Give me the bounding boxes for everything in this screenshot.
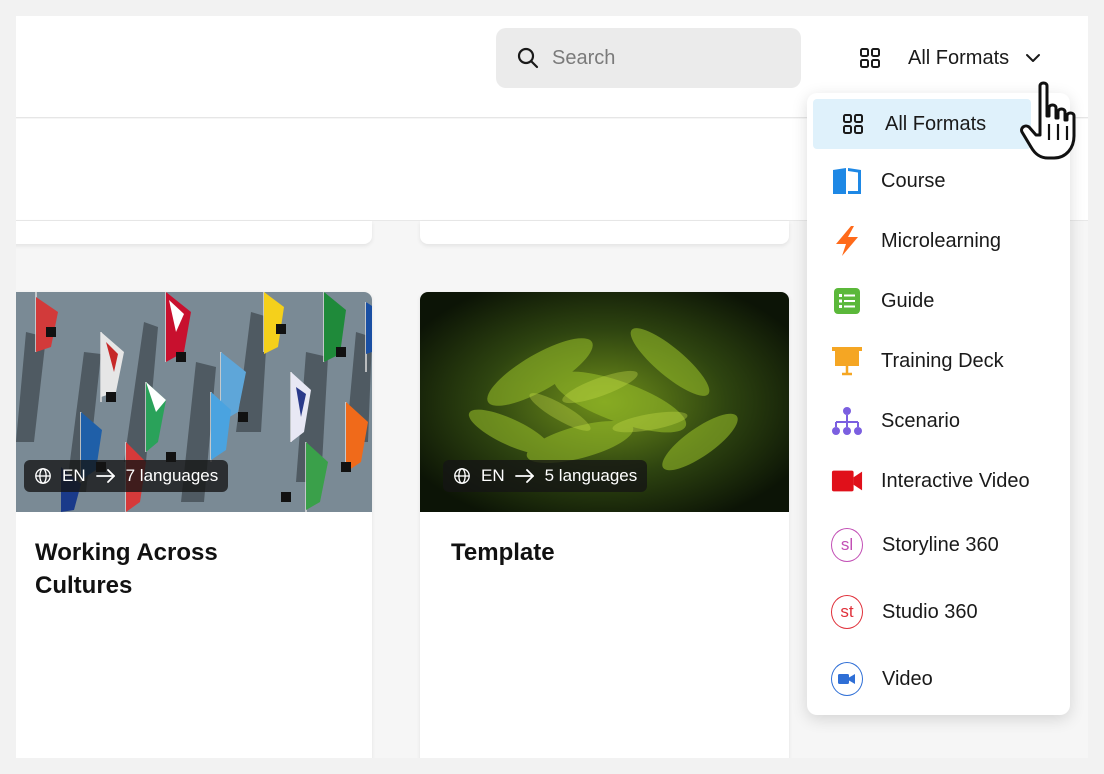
menu-item-video[interactable]: Video	[807, 654, 1070, 704]
card-bottom-edge	[16, 221, 372, 244]
chevron-down-icon	[1026, 54, 1041, 62]
card-bottom-edge	[420, 221, 789, 244]
language-count: 7 languages	[125, 466, 219, 485]
format-dropdown-menu: All Formats Course Microlearning Guide T…	[807, 93, 1070, 715]
menu-item-label: Scenario	[881, 409, 960, 432]
format-select[interactable]: All Formats	[858, 41, 1043, 75]
menu-item-label: Interactive Video	[881, 469, 1030, 492]
language-count: 5 languages	[544, 466, 638, 485]
menu-item-storyline-360[interactable]: sl Storyline 360	[807, 520, 1070, 570]
menu-item-label: Course	[881, 169, 946, 192]
card-thumbnail-flags: EN 7 languages	[16, 292, 372, 512]
source-language: EN	[62, 466, 86, 485]
menu-item-microlearning[interactable]: Microlearning	[807, 216, 1070, 266]
grid-icon	[860, 48, 880, 68]
language-chip: EN 5 languages	[443, 460, 648, 492]
list-icon	[831, 285, 863, 317]
menu-item-training-deck[interactable]: Training Deck	[807, 336, 1070, 386]
menu-item-label: All Formats	[885, 112, 987, 135]
book-icon	[831, 165, 863, 197]
globe-icon	[454, 468, 470, 484]
menu-item-label: Guide	[881, 289, 935, 312]
language-chip: EN 7 languages	[24, 460, 229, 492]
menu-item-label: Studio 360	[882, 600, 978, 623]
presentation-icon	[831, 345, 863, 377]
search-input[interactable]	[552, 46, 782, 70]
card-title: Working Across Cultures	[35, 539, 218, 599]
arrow-right-icon	[95, 469, 115, 483]
content-card[interactable]: EN 5 languages Template	[420, 292, 789, 758]
video-camera-icon	[831, 465, 863, 497]
search-icon	[517, 47, 539, 69]
video-icon	[831, 662, 863, 696]
format-select-label: All Formats	[908, 46, 1010, 69]
studio-icon: st	[831, 595, 863, 629]
menu-item-studio-360[interactable]: st Studio 360	[807, 587, 1070, 637]
lightning-icon	[831, 225, 863, 257]
menu-item-label: Microlearning	[881, 229, 1002, 252]
org-chart-icon	[831, 405, 863, 437]
card-thumbnail-leaves: EN 5 languages	[420, 292, 789, 512]
content-card[interactable]: EN 7 languages Working Across Cultures	[16, 292, 372, 758]
menu-item-label: Storyline 360	[882, 533, 999, 556]
menu-item-label: Training Deck	[881, 349, 1004, 372]
grid-icon	[837, 108, 869, 140]
menu-item-all-formats[interactable]: All Formats	[813, 99, 1031, 149]
source-language: EN	[481, 466, 505, 485]
arrow-right-icon	[514, 469, 534, 483]
menu-item-interactive-video[interactable]: Interactive Video	[807, 456, 1070, 506]
card-title: Template	[451, 539, 555, 566]
storyline-icon: sl	[831, 528, 863, 562]
globe-icon	[35, 468, 51, 484]
menu-item-guide[interactable]: Guide	[807, 276, 1070, 326]
search-box[interactable]	[496, 28, 801, 88]
menu-item-course[interactable]: Course	[807, 156, 1070, 206]
menu-item-scenario[interactable]: Scenario	[807, 396, 1070, 446]
menu-item-label: Video	[882, 667, 933, 690]
